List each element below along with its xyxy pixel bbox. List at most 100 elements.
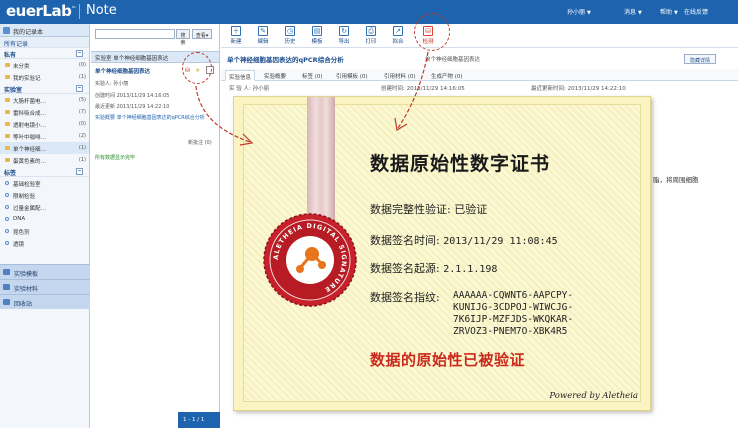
- record-list: 搜索 查看▾ 实验室 单个神经细胞基因表达 单个神经细胞基因表达 ⛁ ★ 实验人…: [91, 24, 220, 428]
- sidebar-item[interactable]: 雷科吸合成… (7): [0, 106, 89, 118]
- certificate-title: 数据原始性数字证书: [370, 153, 551, 175]
- tag-icon: [5, 205, 9, 209]
- detail-tabs: 实验信息 实验概要 标签 (0) 引用模板 (0) 引用材料 (0) 生成产物 …: [221, 69, 738, 81]
- section-private[interactable]: 私有 −: [0, 48, 89, 59]
- fingerprint-line: AAAAAA-CQWNT6-AAPCPY-: [453, 290, 574, 301]
- pager[interactable]: 1 - 1 / 1: [178, 412, 220, 428]
- folder-icon: [5, 146, 10, 150]
- app-logo[interactable]: euerLab™: [6, 2, 76, 20]
- tag-icon: [5, 181, 9, 185]
- record-subtitle: 单个神经细胞基因表达: [425, 57, 481, 63]
- tag-icon: [5, 217, 9, 221]
- tag-icon: [5, 241, 9, 245]
- trash-icon: [3, 299, 10, 305]
- toggle-details-button[interactable]: 隐藏详情: [684, 54, 716, 64]
- integrity-value: 已验证: [454, 203, 488, 216]
- tag-item[interactable]: 透镜: [0, 237, 89, 249]
- messages-menu[interactable]: 消息 ▼: [624, 7, 642, 16]
- tab-info[interactable]: 实验信息: [225, 70, 256, 81]
- tab-materials[interactable]: 引用材料 (0): [381, 70, 419, 81]
- notebook-header[interactable]: 我的记录本: [0, 24, 89, 37]
- seal-icon: ALETHEIA DIGITAL SIGNATURE: [263, 213, 357, 307]
- print-button[interactable]: ⎙ 打印: [359, 26, 383, 46]
- history-button[interactable]: ◷ 历史: [278, 26, 302, 46]
- folder-icon: [5, 75, 10, 79]
- nav-materials[interactable]: 实验材料: [0, 279, 90, 294]
- folder-icon: [5, 158, 10, 162]
- callout-circle-toolbar: [414, 13, 450, 51]
- certificate-popup: ALETHEIA DIGITAL SIGNATURE 数据原始性数字证书 数据完…: [233, 96, 651, 411]
- sign-origin-value: 2.1.1.198: [443, 264, 498, 275]
- chevron-down-icon: ▾: [205, 33, 209, 39]
- toolbar: ＋新建 ✎ 编辑 ◷ 历史 ▤ 模板 ↻ 导出 ⎙ 打印 ↗ 拟合 ⛁ 检测: [221, 24, 738, 48]
- entry-summary: 实验概要 单个神经细胞基因表达的qPCR综合分析: [95, 115, 205, 121]
- callout-circle-list: [182, 52, 212, 84]
- entry-notes[interactable]: 新批注 (0): [188, 139, 212, 146]
- entry-title[interactable]: 单个神经细胞基因表达: [95, 67, 150, 75]
- powered-by: Powered by Aletheia: [549, 391, 638, 401]
- tag-item[interactable]: 限制检验: [0, 189, 89, 201]
- notebook-icon: [3, 27, 10, 34]
- export-button[interactable]: ↻ 导出: [332, 26, 356, 46]
- collapse-icon[interactable]: −: [76, 168, 83, 175]
- folder-icon: [5, 110, 10, 114]
- sidebar-item[interactable]: 大肠杆菌电… (5): [0, 94, 89, 106]
- tab-tags[interactable]: 标签 (0): [299, 70, 326, 81]
- history-icon: ◷: [285, 26, 295, 36]
- user-menu[interactable]: 孙小丽 ▼: [567, 7, 591, 16]
- fit-icon: ↗: [393, 26, 403, 36]
- tag-item[interactable]: 基础检验室: [0, 177, 89, 189]
- export-icon: ↻: [339, 26, 349, 36]
- sidebar-item[interactable]: 等叶中咖啡… (2): [0, 130, 89, 142]
- body-text: 脂，将周围细胞: [653, 176, 699, 184]
- print-icon: ⎙: [366, 26, 376, 36]
- sidebar: 我的记录本 所有记录 私有 − 未分类 (0) 我的实验记 (1) 实验室 − 大肠杆菌…: [0, 24, 90, 428]
- integrity-row: 数据完整性验证: 已验证: [370, 203, 488, 216]
- sign-time-value: 2013/11/29 11:08:45: [443, 236, 558, 247]
- collapse-icon[interactable]: −: [76, 50, 83, 57]
- search-input[interactable]: [95, 29, 175, 39]
- fit-button[interactable]: ↗ 拟合: [386, 26, 410, 46]
- section-tags[interactable]: 标签 −: [0, 166, 89, 177]
- fingerprint-line: KUNIJG-3CDPOJ-WIWCJG-: [453, 302, 574, 313]
- tag-icon: [5, 193, 9, 197]
- new-button[interactable]: ＋新建: [224, 26, 248, 46]
- tab-summary[interactable]: 实验概要: [261, 70, 289, 81]
- entry-experimenter: 实验人: 孙小丽: [95, 81, 129, 87]
- logo-divider: [79, 4, 80, 19]
- fingerprint-line: ZRVOZ3-PNEM7O-XBK4R5: [453, 326, 568, 337]
- chevron-down-icon: ▼: [638, 10, 642, 16]
- template-icon: ▤: [312, 26, 322, 36]
- new-icon: ＋: [231, 26, 241, 36]
- view-dropdown[interactable]: 查看▾: [192, 29, 212, 39]
- sidebar-item[interactable]: 未分类 (0): [0, 59, 89, 71]
- collapse-icon[interactable]: −: [76, 85, 83, 92]
- tab-products[interactable]: 生成产物 (0): [428, 70, 466, 81]
- sign-origin-row: 数据签名起源: 2.1.1.198: [370, 262, 498, 275]
- all-records[interactable]: 所有记录: [0, 37, 89, 48]
- tag-icon: [5, 229, 9, 233]
- template-button[interactable]: ▤ 模板: [305, 26, 329, 46]
- tag-item[interactable]: DNA: [0, 213, 89, 225]
- edit-icon: ✎: [258, 26, 268, 36]
- folder-icon: [5, 98, 10, 102]
- feedback-link[interactable]: 在线反馈: [684, 7, 708, 16]
- tag-item[interactable]: 过量金属配…: [0, 201, 89, 213]
- sidebar-item[interactable]: 我的实验记 (1): [0, 71, 89, 83]
- entry-created: 创建时间 2013/11/29 14:16:05: [95, 93, 170, 99]
- fingerprint-label: 数据签名指纹:: [370, 291, 440, 304]
- fingerprint-line: 7K6IJP-MZFJDS-WKQKAR-: [453, 314, 574, 325]
- help-menu[interactable]: 帮助 ▼: [660, 7, 678, 16]
- search-button[interactable]: 搜索: [176, 29, 190, 46]
- sidebar-item-selected[interactable]: 单个神经细… (1): [0, 142, 89, 154]
- materials-icon: [3, 284, 10, 290]
- nav-recycle-bin[interactable]: 回收站: [0, 294, 90, 309]
- folder-icon: [5, 122, 10, 126]
- section-lab[interactable]: 实验室 −: [0, 83, 89, 94]
- tab-templates[interactable]: 引用模板 (0): [333, 70, 371, 81]
- tag-item[interactable]: 昆色剂: [0, 225, 89, 237]
- sidebar-item[interactable]: 蛋黄色素的… (1): [0, 154, 89, 166]
- nav-templates[interactable]: 实验模板: [0, 264, 90, 279]
- sidebar-item[interactable]: 透射电镜小… (0): [0, 118, 89, 130]
- edit-button[interactable]: ✎ 编辑: [251, 26, 275, 46]
